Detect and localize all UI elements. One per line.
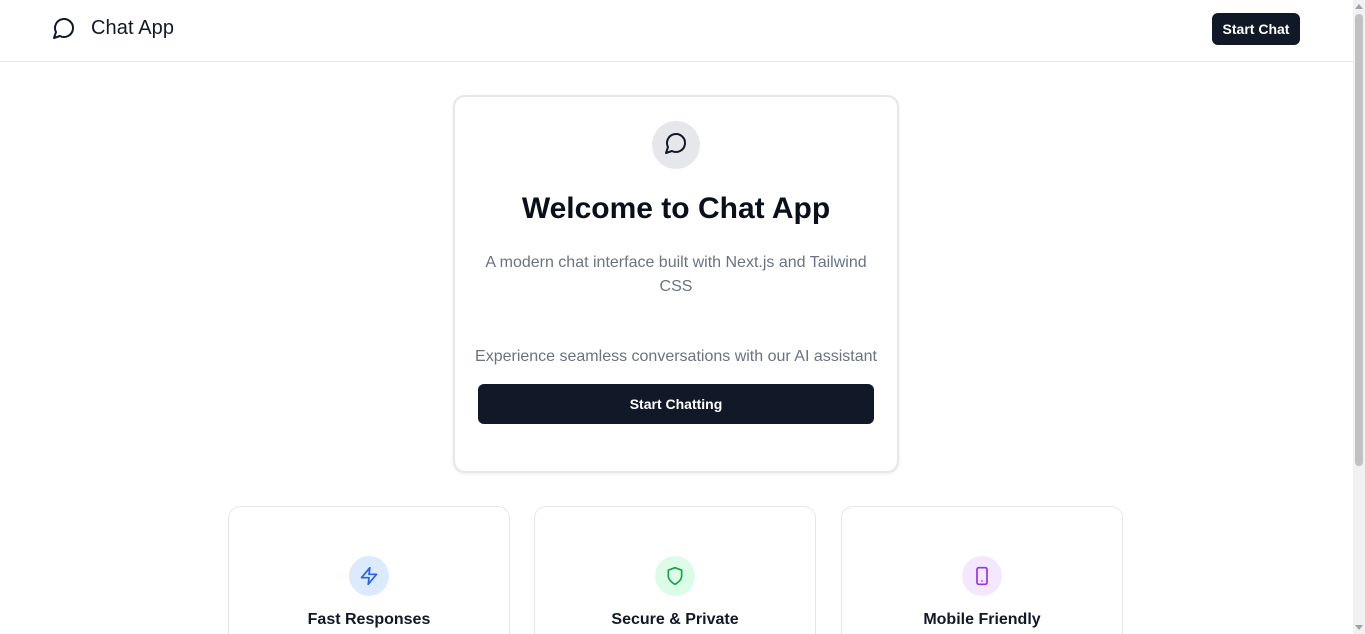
welcome-icon-badge <box>652 121 700 169</box>
vertical-scrollbar[interactable] <box>1353 0 1365 634</box>
welcome-tagline: Experience seamless conversations with o… <box>475 348 877 365</box>
feature-title: Fast Responses <box>307 611 431 628</box>
shield-icon <box>655 556 695 596</box>
scrollbar-thumb[interactable] <box>1355 14 1363 466</box>
page: Chat App Start Chat Welcome to Chat App … <box>0 0 1365 634</box>
feature-card-fast-responses: Fast Responses <box>228 506 510 634</box>
start-chatting-button[interactable]: Start Chatting <box>478 384 874 424</box>
app-title: Chat App <box>91 16 175 39</box>
brand[interactable]: Chat App <box>52 16 174 40</box>
scroll-up-arrow-icon[interactable] <box>1355 4 1363 9</box>
feature-card-secure-private: Secure & Private <box>534 506 816 634</box>
top-nav: Chat App Start Chat <box>0 0 1353 62</box>
feature-card-mobile-friendly: Mobile Friendly <box>841 506 1123 634</box>
message-circle-icon <box>664 131 688 160</box>
scroll-down-arrow-icon[interactable] <box>1355 625 1363 630</box>
feature-title: Mobile Friendly <box>923 611 1041 628</box>
feature-title: Secure & Private <box>611 611 739 628</box>
welcome-card: Welcome to Chat App A modern chat interf… <box>453 95 899 473</box>
welcome-heading: Welcome to Chat App <box>521 192 831 225</box>
smartphone-icon <box>962 556 1002 596</box>
message-circle-icon <box>52 16 76 40</box>
start-chat-button[interactable]: Start Chat <box>1212 13 1300 45</box>
zap-icon <box>349 556 389 596</box>
welcome-subtitle: A modern chat interface built with Next.… <box>485 254 867 295</box>
